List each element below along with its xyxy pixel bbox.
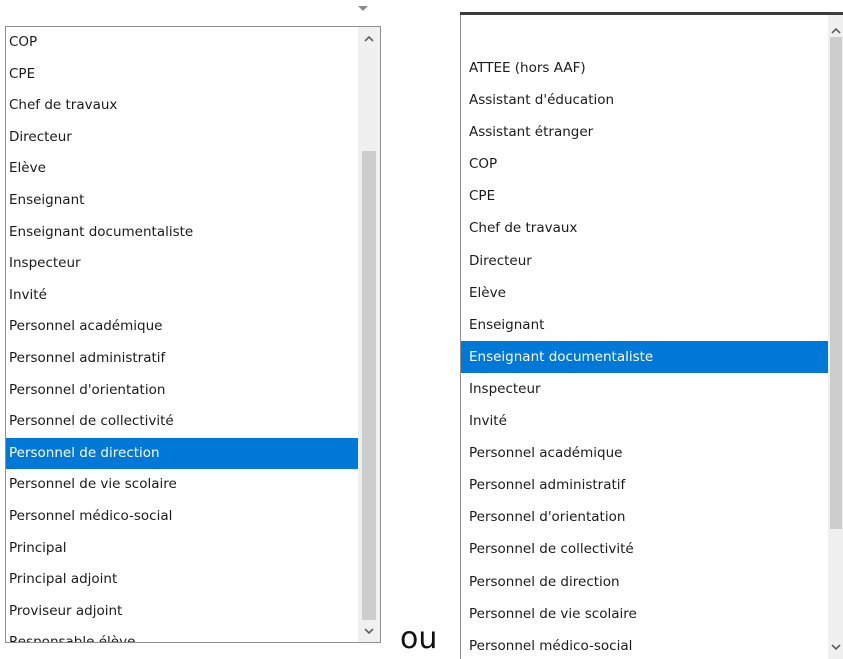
option-eleve[interactable]: Elève [461, 277, 828, 309]
right-scrollbar[interactable] [828, 15, 843, 659]
right-role-listbox[interactable]: ATTEE (hors AAF) Assistant d'éducation A… [460, 15, 843, 659]
option-personnel-vie-scolaire[interactable]: Personnel de vie scolaire [6, 469, 359, 501]
option-directeur[interactable]: Directeur [6, 122, 359, 154]
option-inspecteur[interactable]: Inspecteur [461, 373, 828, 405]
option-personnel-academique[interactable]: Personnel académique [461, 437, 828, 469]
right-options-list: ATTEE (hors AAF) Assistant d'éducation A… [461, 52, 828, 659]
left-scrollbar[interactable] [358, 27, 380, 642]
option-directeur[interactable]: Directeur [461, 245, 828, 277]
option-personnel-medico-social[interactable]: Personnel médico-social [6, 501, 359, 533]
option-personnel-medico-social[interactable]: Personnel médico-social [461, 630, 828, 659]
option-enseignant[interactable]: Enseignant [6, 185, 359, 217]
option-cop[interactable]: COP [6, 27, 359, 59]
option-personnel-collectivite[interactable]: Personnel de collectivité [6, 406, 359, 438]
option-attee[interactable]: ATTEE (hors AAF) [461, 52, 828, 84]
option-chef-de-travaux[interactable]: Chef de travaux [6, 90, 359, 122]
right-scrollbar-thumb[interactable] [830, 37, 842, 529]
option-inspecteur[interactable]: Inspecteur [6, 248, 359, 280]
option-principal[interactable]: Principal [6, 533, 359, 565]
chevron-down-icon[interactable] [828, 639, 843, 655]
left-scrollbar-thumb[interactable] [362, 151, 376, 620]
option-eleve[interactable]: Elève [6, 153, 359, 185]
option-cpe[interactable]: CPE [461, 180, 828, 212]
option-personnel-administratif[interactable]: Personnel administratif [461, 469, 828, 501]
option-proviseur-adjoint[interactable]: Proviseur adjoint [6, 596, 359, 628]
option-enseignant[interactable]: Enseignant [461, 309, 828, 341]
chevron-down-icon[interactable] [361, 623, 377, 639]
option-assistant-etranger[interactable]: Assistant étranger [461, 116, 828, 148]
option-personnel-orientation[interactable]: Personnel d'orientation [6, 375, 359, 407]
option-enseignant-documentaliste[interactable]: Enseignant documentaliste [461, 340, 828, 373]
option-personnel-direction[interactable]: Personnel de direction [461, 566, 828, 598]
separator-text: ou [400, 621, 438, 656]
option-cpe[interactable]: CPE [6, 59, 359, 91]
option-chef-de-travaux[interactable]: Chef de travaux [461, 212, 828, 244]
left-options-list: COP CPE Chef de travaux Directeur Elève … [6, 27, 359, 642]
option-personnel-administratif[interactable]: Personnel administratif [6, 343, 359, 375]
option-cop[interactable]: COP [461, 148, 828, 180]
option-assistant-education[interactable]: Assistant d'éducation [461, 84, 828, 116]
option-personnel-academique[interactable]: Personnel académique [6, 311, 359, 343]
left-role-listbox[interactable]: COP CPE Chef de travaux Directeur Elève … [5, 26, 381, 643]
option-invite[interactable]: Invité [461, 405, 828, 437]
option-responsable-eleve[interactable]: Responsable élève [6, 627, 359, 642]
option-principal-adjoint[interactable]: Principal adjoint [6, 564, 359, 596]
chevron-up-icon[interactable] [361, 31, 377, 47]
dropdown-arrow-icon[interactable] [358, 6, 368, 11]
option-enseignant-documentaliste[interactable]: Enseignant documentaliste [6, 217, 359, 249]
option-personnel-collectivite[interactable]: Personnel de collectivité [461, 533, 828, 565]
option-personnel-direction[interactable]: Personnel de direction [6, 437, 359, 470]
option-personnel-orientation[interactable]: Personnel d'orientation [461, 501, 828, 533]
option-personnel-vie-scolaire[interactable]: Personnel de vie scolaire [461, 598, 828, 630]
option-invite[interactable]: Invité [6, 280, 359, 312]
